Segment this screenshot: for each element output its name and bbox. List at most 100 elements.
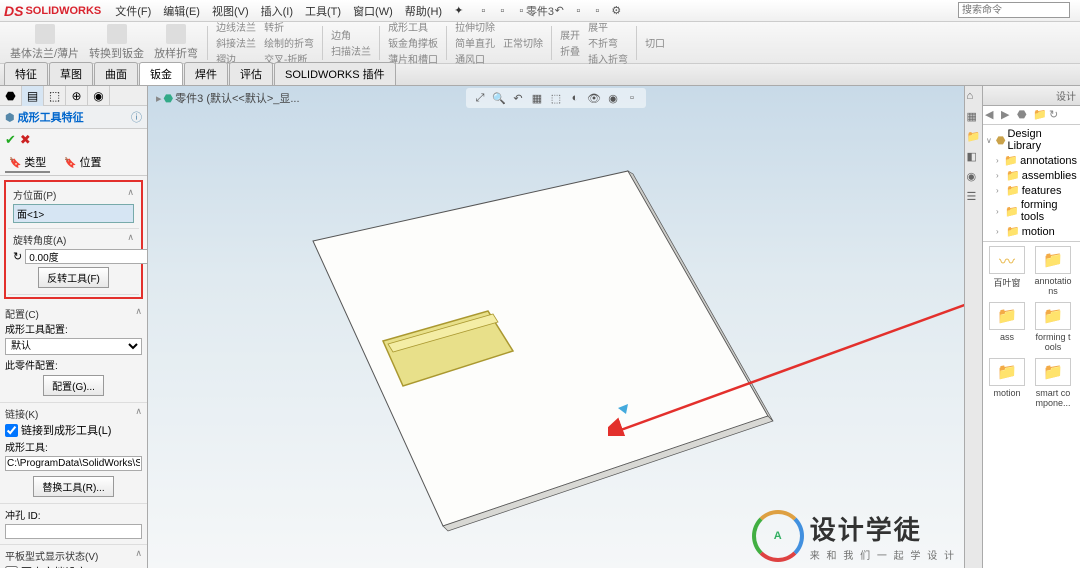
command-tabs: 特征 草图 曲面 钣金 焊件 评估 SOLIDWORKS 插件 [0, 64, 1080, 86]
rail-prop-icon[interactable]: ☰ [967, 190, 981, 204]
qat-open-icon[interactable]: ▫ [494, 3, 510, 19]
sec-link[interactable]: 链接(K) [5, 406, 142, 421]
pp-tab-feature-icon[interactable]: ⬣ [0, 86, 22, 106]
menu-help[interactable]: 帮助(H) [399, 1, 448, 21]
rail-appear-icon[interactable]: ◉ [967, 170, 981, 184]
rail-lib-icon[interactable]: ▦ [967, 110, 981, 124]
menu-edit[interactable]: 编辑(E) [157, 1, 206, 21]
pp-title: 成形工具特征 [18, 109, 84, 125]
watermark: A 设计学徒 来 和 我 们 一 起 学 设 计 [752, 510, 956, 562]
rib-nobends[interactable]: 不折弯 [585, 35, 631, 50]
search-box[interactable] [958, 2, 1070, 18]
rotation-input[interactable] [25, 249, 148, 264]
rib-convert[interactable]: 转换到钣金 [85, 23, 148, 62]
dl-item-louver[interactable]: 〰百叶窗 [987, 246, 1027, 296]
dl-new-icon[interactable]: 📁 [1033, 108, 1047, 122]
sec-placement[interactable]: 方位面(P) [13, 187, 134, 202]
graphics-viewport[interactable]: ▸ ⬣ 零件3 (默认<<默认>_显... ⤢ 🔍 ↶ ▦ ⬚ ◐ 👁 ◉ ▫ [148, 86, 964, 568]
ok-button[interactable]: ✔ [5, 132, 16, 148]
menu-view[interactable]: 视图(V) [206, 1, 255, 21]
rib-corner[interactable]: 边角 [328, 27, 374, 42]
tab-sheetmetal[interactable]: 钣金 [139, 62, 183, 85]
rail-view-icon[interactable]: ◧ [967, 150, 981, 164]
app-logo: DSSOLIDWORKS [4, 3, 101, 19]
rib-cut[interactable]: 拉伸切除 [452, 19, 498, 34]
config-label1: 成形工具配置: [5, 321, 142, 336]
dl-item[interactable]: 📁smart compone... [1033, 358, 1073, 408]
rib-jog[interactable]: 转折 [261, 19, 317, 34]
dl-add-icon[interactable]: ⬣ [1017, 108, 1031, 122]
sec-flat[interactable]: 平板型式显示状态(V) [5, 548, 142, 563]
punch-id-input[interactable] [5, 524, 142, 539]
tab-surface[interactable]: 曲面 [94, 62, 138, 85]
rib-fold[interactable]: 折叠 [557, 43, 583, 58]
menu-star[interactable]: ✦ [448, 2, 469, 19]
rib-base-flange[interactable]: 基体法兰/薄片 [6, 23, 83, 62]
tab-evaluate[interactable]: 评估 [229, 62, 273, 85]
tab-features[interactable]: 特征 [4, 62, 48, 85]
dl-folder[interactable]: ›📁features [986, 183, 1077, 198]
dl-folder[interactable]: ›📁assemblies [986, 168, 1077, 183]
pp-tab-dim-icon[interactable]: ⊕ [66, 86, 88, 106]
dl-item[interactable]: 📁motion [987, 358, 1027, 408]
rib-hole[interactable]: 简单直孔 [452, 35, 498, 50]
link-checkbox[interactable] [5, 424, 18, 437]
pp-tab-display-icon[interactable]: ◉ [88, 86, 110, 106]
dl-folder[interactable]: ›📁forming tools [986, 198, 1077, 224]
tab-addins[interactable]: SOLIDWORKS 插件 [274, 62, 396, 85]
dl-item[interactable]: 📁forming tools [1033, 302, 1073, 352]
rib-unfold[interactable]: 展开 [557, 27, 583, 42]
dl-folder[interactable]: ›📁annotations [986, 153, 1077, 168]
menu-insert[interactable]: 插入(I) [255, 1, 299, 21]
config-select[interactable]: 默认 [5, 338, 142, 355]
menu-tools[interactable]: 工具(T) [299, 1, 347, 21]
document-title: 零件3 [526, 3, 554, 19]
rib-vent[interactable]: 通风口 [452, 51, 498, 66]
tab-weldment[interactable]: 焊件 [184, 62, 228, 85]
qat-rebuild-icon[interactable]: ▫ [589, 3, 605, 19]
replace-tool-button[interactable]: 替换工具(R)... [33, 476, 113, 497]
rib-loft[interactable]: 放样折弯 [150, 23, 202, 62]
rib-forming[interactable]: 成形工具 [385, 19, 441, 34]
sec-config[interactable]: 配置(C) [5, 306, 142, 321]
qat-new-icon[interactable]: ▫ [475, 3, 491, 19]
search-input[interactable] [958, 2, 1070, 18]
flip-tool-button[interactable]: 反转工具(F) [38, 267, 109, 288]
rib-flatten[interactable]: 展平 [585, 19, 631, 34]
config-button[interactable]: 配置(G)... [43, 375, 104, 396]
rib-insbends[interactable]: 插入折弯 [585, 51, 631, 66]
cancel-button[interactable]: ✖ [20, 132, 31, 148]
rail-home-icon[interactable]: ⌂ [967, 90, 981, 104]
rib-rip[interactable]: 切口 [642, 35, 668, 50]
tab-sketch[interactable]: 草图 [49, 62, 93, 85]
rib-miter[interactable]: 斜接法兰 [213, 35, 259, 50]
rib-swept[interactable]: 扫描法兰 [328, 43, 374, 58]
dl-item[interactable]: 📁annotations [1033, 246, 1073, 296]
rib-normal-cut[interactable]: 正常切除 [500, 35, 546, 50]
qat-options-icon[interactable]: ⚙ [608, 3, 624, 19]
dl-item[interactable]: 📁ass [987, 302, 1027, 352]
pp-tab-config-icon[interactable]: ⬚ [44, 86, 66, 106]
sec-rotation[interactable]: 旋转角度(A) [13, 232, 134, 247]
menu-file[interactable]: 文件(F) [109, 1, 157, 21]
dl-fwd-icon[interactable]: ▶ [1001, 108, 1015, 122]
rib-edge-flange[interactable]: 边线法兰 [213, 19, 259, 34]
rib-gusset[interactable]: 钣金角撑板 [385, 35, 441, 50]
rib-sketched-bend[interactable]: 绘制的折弯 [261, 35, 317, 50]
ribbon: 基体法兰/薄片 转换到钣金 放样折弯 边线法兰斜接法兰褶边 转折绘制的折弯交叉-… [0, 22, 1080, 64]
property-panel: ⬣ ▤ ⬚ ⊕ ◉ ⬢ 成形工具特征 ⓘ ✔ ✖ 🔖 类型 🔖 位置 方位面(P… [0, 86, 148, 568]
dl-root[interactable]: ∨⬣Design Library [986, 127, 1077, 153]
dl-back-icon[interactable]: ◀ [985, 108, 999, 122]
rail-file-icon[interactable]: 📁 [967, 130, 981, 144]
link-path[interactable] [5, 456, 142, 471]
qat-redo-icon[interactable]: ▫ [570, 3, 586, 19]
dl-refresh-icon[interactable]: ↻ [1049, 108, 1063, 122]
dl-folder[interactable]: ›📁motion [986, 224, 1077, 239]
placement-face-field[interactable]: 面<1> [13, 204, 134, 223]
help-icon[interactable]: ⓘ [131, 109, 142, 125]
subtab-type[interactable]: 🔖 类型 [5, 153, 50, 173]
menu-window[interactable]: 窗口(W) [347, 1, 399, 21]
sheet-metal-part[interactable] [148, 86, 964, 566]
pp-tab-property-icon[interactable]: ▤ [22, 86, 44, 106]
subtab-position[interactable]: 🔖 位置 [60, 153, 105, 173]
